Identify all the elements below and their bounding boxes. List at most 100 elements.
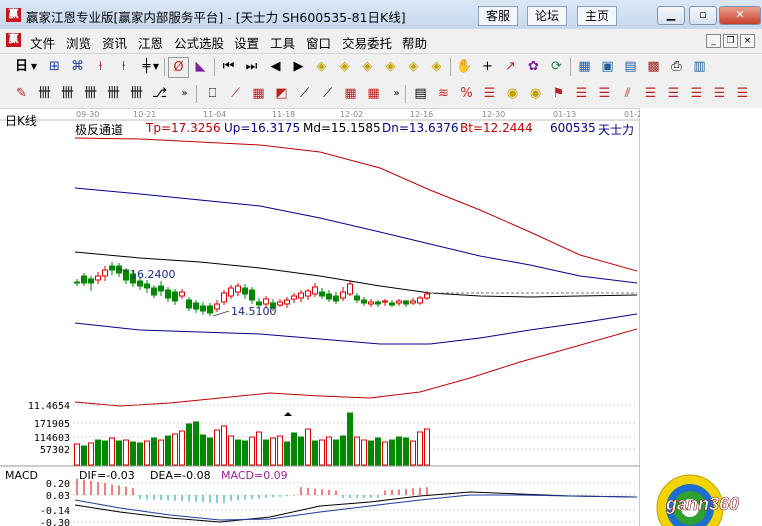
menu-trade[interactable]: 交易委托 [342,33,392,52]
maximize-button[interactable]: ▫ [689,6,717,25]
dropdown-icon[interactable]: ▼ [29,57,39,76]
grid2-icon[interactable]: ▦ [341,84,360,103]
volume-bar [382,441,388,466]
flag-icon[interactable]: ⚑ [549,84,568,103]
chart-view-icon[interactable]: ⊞ [45,57,64,76]
mdi-minimize-button[interactable]: _ [706,34,721,48]
time-icon[interactable]: ≋ [434,84,453,103]
menu-settings[interactable]: 设置 [234,33,259,52]
arrow-right-icon[interactable]: ▶ [289,57,308,76]
date-tick: 12-02 [340,110,363,119]
menu-info[interactable]: 资讯 [102,33,127,52]
candle-body [221,292,227,303]
diamond-5-icon[interactable]: ◈ [404,57,423,76]
volume-bar [347,412,353,466]
jump-start-icon[interactable]: ⏮ [219,57,238,76]
forum-link[interactable]: 论坛 [527,6,567,26]
drugstore-icon[interactable]: ✿ [524,57,543,76]
volume-bar [228,435,234,466]
jump-end-icon[interactable]: ⏭ [242,57,261,76]
ruler-icon[interactable]: ▦ [364,84,383,103]
percent-icon[interactable]: ▤ [411,84,430,103]
candle-body [144,283,150,289]
arrow-icon[interactable]: ⎇ [150,84,169,103]
diamond-1-icon[interactable]: ◈ [312,57,331,76]
menu-help[interactable]: 帮助 [402,33,427,52]
cycle-icon[interactable]: ◩ [272,84,291,103]
export-icon[interactable]: ▥ [690,57,709,76]
crosshair-icon[interactable]: + [478,57,497,76]
gann-fan-icon[interactable]: ⟋ [226,84,245,103]
mdi-close-button[interactable]: × [740,34,755,48]
volume-bar [242,440,248,466]
homepage-link[interactable]: 主页 [577,6,617,26]
bt-value: Bt=12.2444 [460,121,533,135]
zigzag-icon[interactable]: ☰ [641,84,660,103]
more-icon[interactable]: » [175,84,194,103]
more-icon-2[interactable]: » [387,84,406,103]
diamond-3-icon[interactable]: ◈ [358,57,377,76]
close-button[interactable]: ✕ [719,6,761,25]
kline-chart[interactable]: 09-30 10-21 11-04 11-18 12-02 12-16 12-30 01-13… [0,108,640,526]
levels-icon[interactable]: ☰ [595,84,614,103]
pen-icon[interactable]: ✎ [12,84,31,103]
multi-chart-icon[interactable]: ⍿ [91,57,110,76]
menu-formula-select[interactable]: 公式选股 [174,33,224,52]
hand-icon[interactable]: ✋ [455,57,474,76]
grid-icon[interactable]: 卌 [81,84,100,103]
zigzag-5-icon[interactable]: ☰ [733,84,752,103]
dropdown-icon-2[interactable]: ▼ [151,57,161,76]
candle-icon[interactable]: ⌘ [68,57,87,76]
dn-value: Dn=13.6376 [382,121,459,135]
fan-icon[interactable]: 卌 [58,84,77,103]
trend-icon[interactable]: ↗ [501,57,520,76]
candle-body [396,300,402,304]
stack-icon[interactable]: ⍿ [114,57,133,76]
parallel-icon[interactable]: 卌 [104,84,123,103]
channel-bottom-line [74,328,638,407]
candle-body [137,280,143,287]
window-icon[interactable]: ▣ [598,57,617,76]
menu-tools[interactable]: 工具 [270,33,295,52]
date-tick: 01-13 [553,110,576,119]
volume-bar [410,440,416,466]
mdi-restore-button[interactable]: ❐ [723,34,738,48]
macd-dea-value: DEA=-0.08 [150,469,211,482]
square-icon[interactable]: ⟋ [318,84,337,103]
window-2-icon[interactable]: ▤ [621,57,640,76]
sun-icon[interactable]: ◉ [503,84,522,103]
volume-bar [144,440,150,466]
zigzag-2-icon[interactable]: ☰ [664,84,683,103]
volume-bar [396,436,402,466]
menu-file[interactable]: 文件 [30,33,55,52]
menu-browse[interactable]: 浏览 [66,33,91,52]
wave-icon[interactable]: ⟋ [295,84,314,103]
zigzag-3-icon[interactable]: ☰ [687,84,706,103]
print-icon[interactable]: ⎙ [667,57,686,76]
level-icon[interactable]: ☰ [572,84,591,103]
indicator-icon[interactable]: ◣ [191,57,210,76]
candle-body [249,289,255,301]
diamond-6-icon[interactable]: ◈ [427,57,446,76]
box-icon[interactable]: ⎕ [203,84,222,103]
overlay-icon[interactable]: Ø [168,57,189,78]
gann-box-icon[interactable]: ▦ [249,84,268,103]
refresh-icon[interactable]: ⟳ [547,57,566,76]
save-icon[interactable]: ▩ [644,57,663,76]
diamond-2-icon[interactable]: ◈ [335,57,354,76]
menu-gann[interactable]: 江恩 [138,33,163,52]
tilt-icon[interactable]: ⫽ [618,84,637,103]
customer-service-link[interactable]: 客服 [478,6,518,26]
menu-window[interactable]: 窗口 [306,33,331,52]
star-icon[interactable]: ◉ [526,84,545,103]
lines-icon[interactable]: 卌 [35,84,54,103]
arc-icon[interactable]: ☰ [480,84,499,103]
diamond-4-icon[interactable]: ◈ [381,57,400,76]
zigzag-4-icon[interactable]: ☰ [710,84,729,103]
angle-icon[interactable]: 卌 [127,84,146,103]
minimize-button[interactable]: ▁ [657,6,685,25]
calc-icon[interactable]: ▦ [575,57,594,76]
arrow-left-icon[interactable]: ◀ [266,57,285,76]
indicator-name: 极反通道 [75,123,124,137]
circle-icon[interactable]: % [457,84,476,103]
